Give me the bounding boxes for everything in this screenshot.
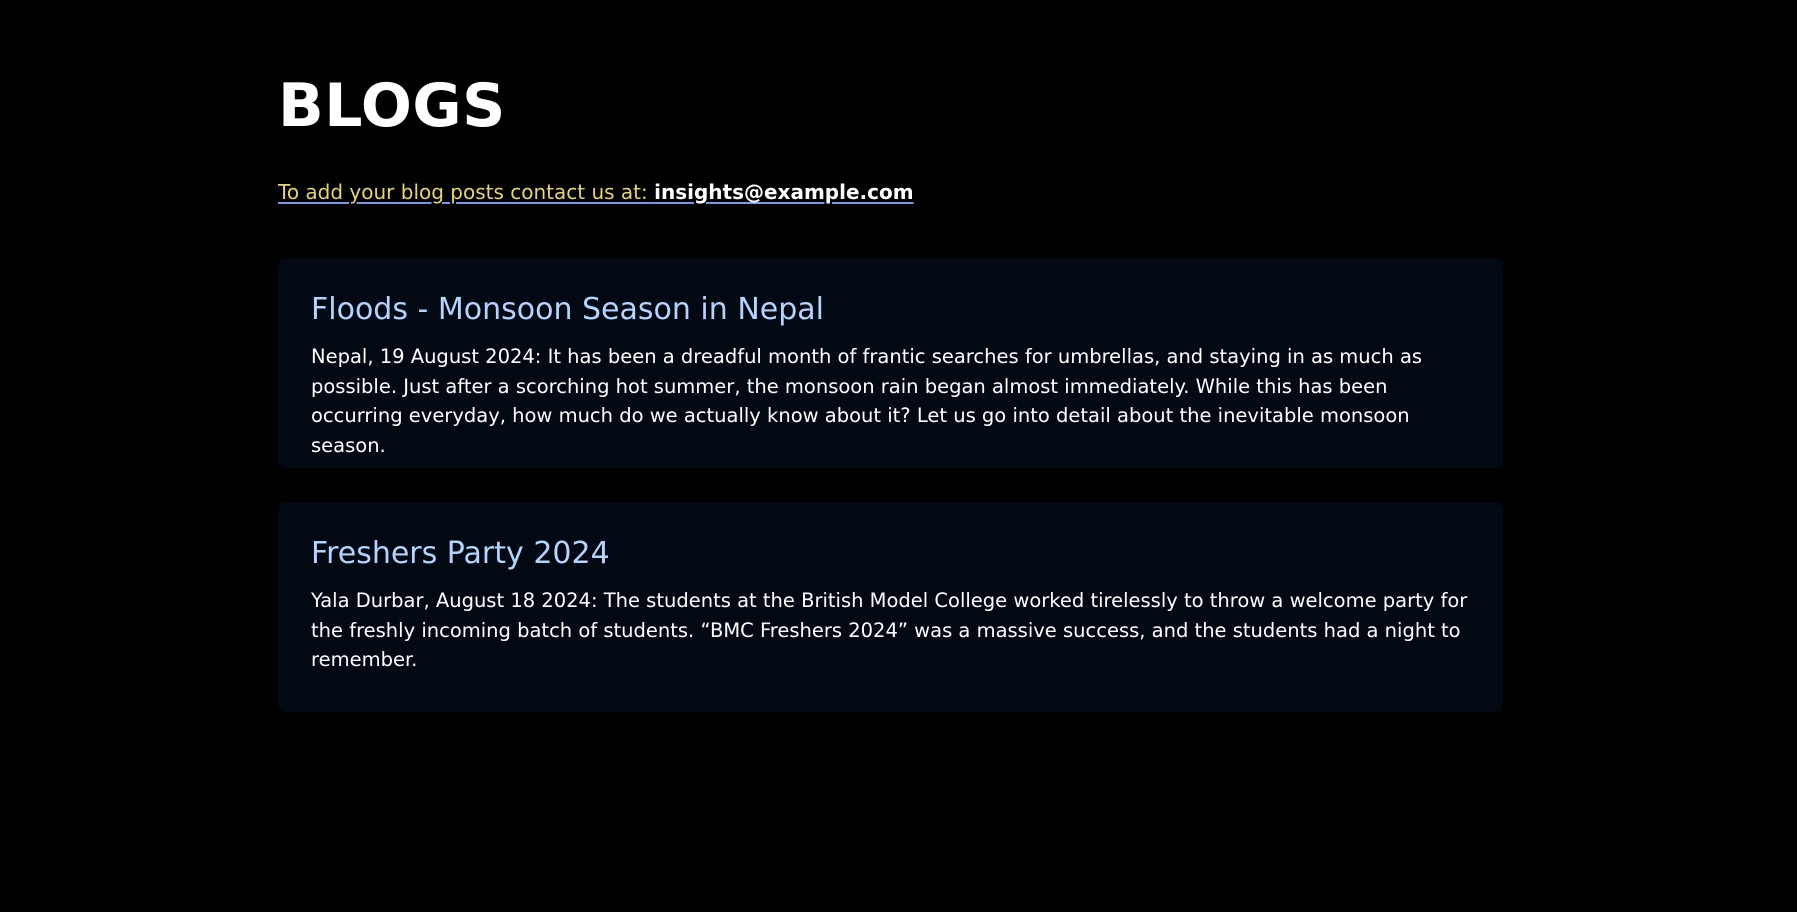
blog-post-card[interactable]: Freshers Party 2024 Yala Durbar, August … <box>278 502 1503 712</box>
contact-link[interactable]: To add your blog posts contact us at: in… <box>278 180 914 204</box>
blog-post-card[interactable]: Floods - Monsoon Season in Nepal Nepal, … <box>278 258 1503 468</box>
contact-prefix: To add your blog posts contact us at: <box>278 180 655 204</box>
blog-post-title[interactable]: Floods - Monsoon Season in Nepal <box>311 292 1469 328</box>
page-title: BLOGS <box>278 71 506 141</box>
blog-post-excerpt: Yala Durbar, August 18 2024: The student… <box>311 589 1468 671</box>
blog-post-title[interactable]: Freshers Party 2024 <box>311 536 1469 572</box>
contact-email: insights@example.com <box>654 180 914 204</box>
blog-post-excerpt: Nepal, 19 August 2024: It has been a dre… <box>311 345 1423 457</box>
